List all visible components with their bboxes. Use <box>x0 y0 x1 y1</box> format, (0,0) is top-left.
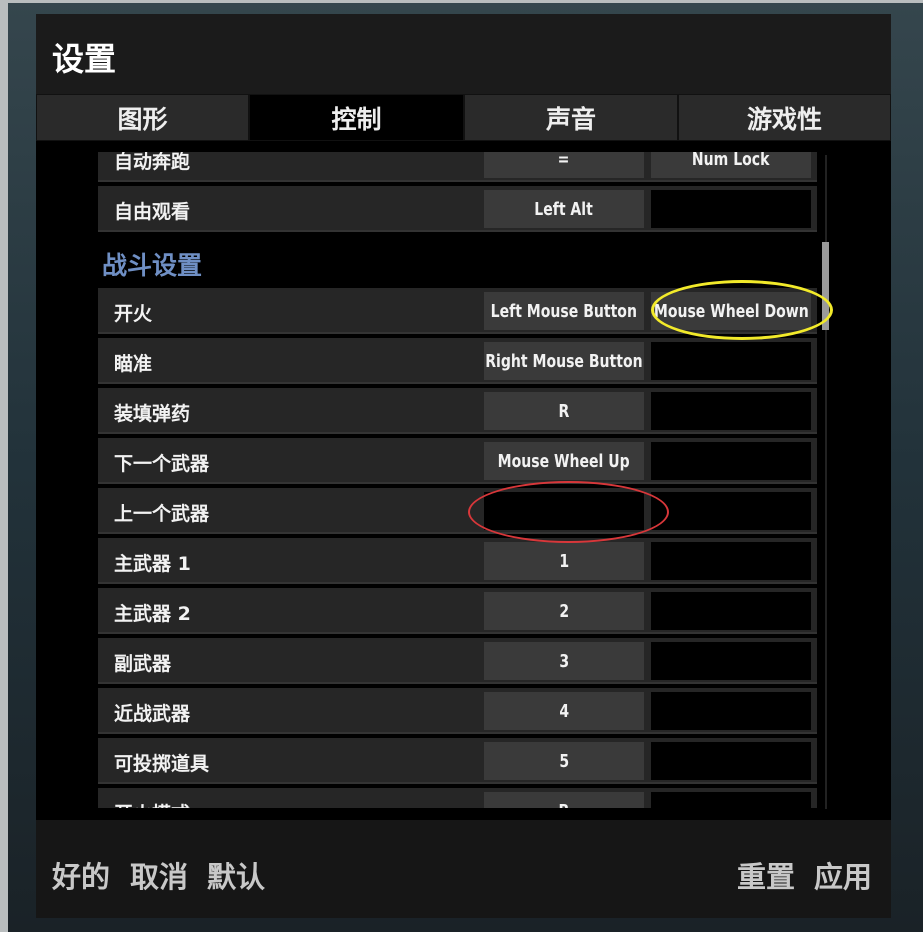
tab-controls[interactable]: 控制 <box>249 94 464 141</box>
apply-button[interactable]: 应用 <box>814 854 872 896</box>
keybind-row: 开火 Left Mouse Button Mouse Wheel Down <box>98 288 817 334</box>
secondary-key-button[interactable] <box>651 642 811 680</box>
keybind-row: 主武器 2 2 <box>98 588 817 634</box>
action-label: 上一个武器 <box>114 503 210 525</box>
primary-key-label: R <box>558 400 570 422</box>
reset-button[interactable]: 重置 <box>737 854 795 896</box>
primary-key-label: 5 <box>559 750 569 772</box>
keybind-row: 副武器 3 <box>98 638 817 684</box>
dialog-title: 设置 <box>52 40 117 78</box>
primary-key-button[interactable]: = <box>484 152 644 178</box>
tab-sound[interactable]: 声音 <box>464 94 678 141</box>
title-bar: 设置 <box>36 14 891 94</box>
primary-key-label: Left Alt <box>534 198 594 220</box>
primary-key-button[interactable]: 4 <box>484 692 644 730</box>
primary-key-label: Left Mouse Button <box>490 300 638 322</box>
secondary-key-button[interactable] <box>651 442 811 480</box>
section-header: 战斗设置 <box>98 236 817 288</box>
action-label: 主武器 2 <box>114 603 191 625</box>
action-label: 自动奔跑 <box>114 152 191 173</box>
primary-key-label: Right Mouse Button <box>485 350 643 372</box>
keybind-row: 近战武器 4 <box>98 688 817 734</box>
primary-key-button[interactable]: 2 <box>484 592 644 630</box>
keybind-row: 瞄准 Right Mouse Button <box>98 338 817 384</box>
primary-key-button[interactable]: 5 <box>484 742 644 780</box>
action-label: 主武器 1 <box>114 553 191 575</box>
background-edge <box>0 0 8 932</box>
settings-dialog: 设置 图形 控制 声音 游戏性 自动奔跑 = Num Lock 自由观看 Left Al… <box>36 14 891 918</box>
secondary-key-button[interactable]: Mouse Wheel Down <box>651 292 811 330</box>
cancel-button[interactable]: 取消 <box>130 854 188 896</box>
background-edge <box>0 0 923 3</box>
secondary-key-button[interactable] <box>651 692 811 730</box>
action-label: 开火模式 <box>114 799 190 808</box>
action-label: 下一个武器 <box>114 453 210 475</box>
action-label: 可投掷道具 <box>114 753 210 775</box>
secondary-key-button[interactable] <box>651 342 811 380</box>
keybind-list-viewport: 自动奔跑 = Num Lock 自由观看 Left Alt 战斗设置开火 Left Mous… <box>36 152 891 808</box>
primary-key-button[interactable]: Left Mouse Button <box>484 292 644 330</box>
secondary-key-button[interactable]: Num Lock <box>651 152 811 178</box>
scrollbar-thumb[interactable] <box>822 242 829 330</box>
tab-graphics[interactable]: 图形 <box>36 94 249 141</box>
keybind-row: 下一个武器 Mouse Wheel Up <box>98 438 817 484</box>
primary-key-label: B <box>559 801 570 809</box>
primary-key-button[interactable]: R <box>484 392 644 430</box>
section-title: 战斗设置 <box>102 251 203 280</box>
keybind-row: 主武器 1 1 <box>98 538 817 584</box>
action-label: 瞄准 <box>114 353 153 375</box>
tab-bar: 图形 控制 声音 游戏性 <box>36 94 891 141</box>
primary-key-button[interactable]: Mouse Wheel Up <box>484 442 644 480</box>
primary-key-button[interactable]: 3 <box>484 642 644 680</box>
primary-key-button[interactable]: Right Mouse Button <box>484 342 644 380</box>
primary-key-label: 4 <box>559 700 569 722</box>
ok-button[interactable]: 好的 <box>52 854 110 896</box>
footer-bar: 好的 取消 默认 重置 应用 <box>36 820 891 918</box>
primary-key-button[interactable] <box>484 492 644 530</box>
primary-key-label: 3 <box>559 650 569 672</box>
action-label: 开火 <box>114 303 153 325</box>
keybind-row: 自动奔跑 = Num Lock <box>98 152 817 182</box>
primary-key-button[interactable]: 1 <box>484 542 644 580</box>
primary-key-label: = <box>558 152 570 170</box>
secondary-key-button[interactable] <box>651 792 811 808</box>
action-label: 装填弹药 <box>114 403 191 425</box>
keybind-list: 自动奔跑 = Num Lock 自由观看 Left Alt 战斗设置开火 Left Mous… <box>98 152 817 808</box>
default-button[interactable]: 默认 <box>207 854 265 896</box>
keybind-row: 装填弹药 R <box>98 388 817 434</box>
keybind-row: 上一个武器 <box>98 488 817 534</box>
primary-key-label: Mouse Wheel Up <box>497 450 631 472</box>
action-label: 自由观看 <box>114 201 191 223</box>
secondary-key-button[interactable] <box>651 492 811 530</box>
keybind-row: 开火模式 B <box>98 788 817 808</box>
secondary-key-button[interactable] <box>651 392 811 430</box>
action-label: 近战武器 <box>114 703 191 725</box>
secondary-key-label: Num Lock <box>692 152 770 170</box>
primary-key-label: 2 <box>559 600 569 622</box>
keybind-row: 自由观看 Left Alt <box>98 186 817 232</box>
primary-key-label: 1 <box>559 550 569 572</box>
secondary-key-button[interactable] <box>651 542 811 580</box>
action-label: 副武器 <box>114 653 172 675</box>
keybind-row: 可投掷道具 5 <box>98 738 817 784</box>
primary-key-button[interactable]: B <box>484 792 644 808</box>
tab-gameplay[interactable]: 游戏性 <box>678 94 891 141</box>
secondary-key-button[interactable] <box>651 742 811 780</box>
secondary-key-button[interactable] <box>651 592 811 630</box>
primary-key-button[interactable]: Left Alt <box>484 190 644 228</box>
secondary-key-label: Mouse Wheel Down <box>653 300 809 322</box>
secondary-key-button[interactable] <box>651 190 811 228</box>
